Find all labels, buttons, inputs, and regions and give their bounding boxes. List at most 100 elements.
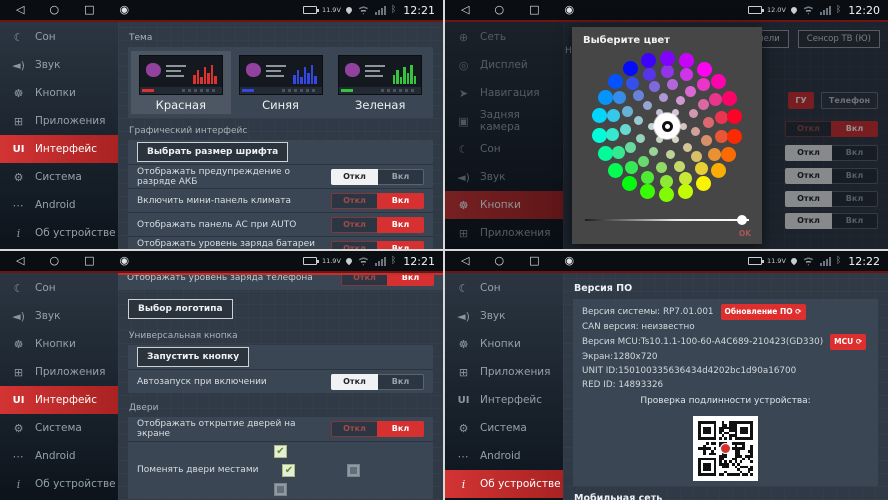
color-swatch[interactable] (709, 93, 722, 106)
color-swatch[interactable] (649, 147, 658, 156)
dialog-ok-button[interactable]: OK (739, 229, 751, 238)
door-left-checkbox[interactable]: ✔ (282, 464, 295, 477)
sidebar-item-steering-wheel[interactable]: ☸Кнопки (0, 79, 118, 107)
color-swatch[interactable] (640, 184, 655, 199)
toggle-on-button[interactable]: Вкл (377, 374, 424, 390)
color-swatch[interactable] (722, 91, 737, 106)
color-swatch[interactable] (592, 128, 607, 143)
home-icon[interactable]: ○ (49, 0, 59, 20)
run-button[interactable]: Запустить кнопку (137, 347, 249, 367)
door-bottom-checkbox[interactable] (274, 483, 287, 496)
color-swatch[interactable] (608, 74, 623, 89)
floating-widget-icon[interactable]: ◉ (119, 0, 129, 20)
color-swatch[interactable] (659, 93, 668, 102)
toggle-on-button[interactable]: Вкл (377, 421, 424, 437)
color-swatch[interactable] (691, 127, 700, 136)
theme-option-2[interactable]: Синяя (231, 51, 331, 114)
back-icon[interactable]: ◁ (16, 251, 24, 271)
recents-icon[interactable]: □ (529, 0, 539, 20)
color-swatch[interactable] (685, 86, 696, 97)
color-swatch[interactable] (612, 146, 625, 159)
brightness-slider[interactable] (585, 215, 749, 225)
recents-icon[interactable]: □ (529, 251, 539, 271)
color-swatch[interactable] (592, 108, 607, 123)
sidebar-item-apps[interactable]: ⊞Приложения (0, 107, 118, 135)
color-swatch[interactable] (683, 143, 692, 152)
color-swatch[interactable] (606, 128, 619, 141)
sidebar-item-system[interactable]: ⚙Система (445, 414, 563, 442)
color-swatch[interactable] (633, 90, 644, 101)
recents-icon[interactable]: □ (84, 251, 94, 271)
color-swatch[interactable] (620, 124, 631, 135)
color-swatch[interactable] (676, 96, 685, 105)
sidebar-item-speaker[interactable]: ◄)Звук (0, 302, 118, 330)
update-badge[interactable]: MCU ⟳ (830, 334, 866, 350)
sidebar-item-steering-wheel[interactable]: ☸Кнопки (0, 330, 118, 358)
color-swatch[interactable] (708, 148, 721, 161)
color-swatch[interactable] (661, 65, 674, 78)
color-swatch[interactable] (678, 184, 693, 199)
color-swatch[interactable] (721, 147, 736, 162)
floating-widget-icon[interactable]: ◉ (564, 0, 574, 20)
color-swatch[interactable] (625, 142, 636, 153)
recents-icon[interactable]: □ (84, 0, 94, 20)
color-swatch[interactable] (696, 176, 711, 191)
color-swatch[interactable] (697, 78, 710, 91)
color-swatch[interactable] (672, 109, 679, 116)
color-swatch[interactable] (727, 129, 742, 144)
sidebar-item-apps[interactable]: ⊞Приложения (0, 358, 118, 386)
home-icon[interactable]: ○ (494, 0, 504, 20)
color-swatch[interactable] (679, 172, 692, 185)
toggle-off-button[interactable]: Откл (331, 374, 378, 390)
color-swatch[interactable] (656, 136, 663, 143)
home-icon[interactable]: ○ (49, 251, 59, 271)
theme-option-1[interactable]: Красная (131, 51, 231, 114)
color-swatch[interactable] (697, 62, 712, 77)
toggle-off-button[interactable]: Откл (331, 241, 378, 250)
color-swatch[interactable] (634, 116, 643, 125)
color-swatch[interactable] (625, 161, 638, 174)
color-swatch[interactable] (613, 91, 626, 104)
sidebar-item-ui[interactable]: UIИнтерфейс (0, 386, 118, 414)
sidebar-item-speaker[interactable]: ◄)Звук (445, 302, 563, 330)
door-top-checkbox[interactable]: ✔ (274, 445, 287, 458)
color-swatch[interactable] (689, 109, 698, 118)
color-swatch[interactable] (679, 53, 694, 68)
toggle-off-button[interactable]: Откл (331, 193, 378, 209)
color-swatch[interactable] (727, 109, 742, 124)
color-swatch[interactable] (626, 77, 639, 90)
floating-widget-icon[interactable]: ◉ (564, 251, 574, 271)
color-swatch[interactable] (660, 51, 675, 66)
color-swatch[interactable] (674, 161, 685, 172)
sidebar-item-moon[interactable]: ☾Сон (0, 274, 118, 302)
color-swatch[interactable] (680, 123, 687, 130)
toggle-off-button[interactable]: Откл (331, 421, 378, 437)
color-swatch[interactable] (607, 109, 620, 122)
color-swatch[interactable] (698, 99, 709, 110)
logo-select-button[interactable]: Выбор логотипа (128, 299, 233, 319)
sidebar-item-info[interactable]: iОб устройстве (0, 470, 118, 498)
color-swatch[interactable] (649, 81, 660, 92)
home-icon[interactable]: ○ (494, 251, 504, 271)
toggle-on-button[interactable]: Вкл (377, 241, 424, 250)
floating-widget-icon[interactable]: ◉ (119, 251, 129, 271)
color-swatch[interactable] (680, 68, 693, 81)
sidebar-item-info[interactable]: iОб устройстве (445, 470, 563, 498)
color-swatch[interactable] (711, 74, 726, 89)
color-swatch[interactable] (666, 150, 675, 159)
color-swatch[interactable] (701, 135, 712, 146)
color-swatch[interactable] (703, 117, 714, 128)
theme-option-3[interactable]: Зеленая (330, 51, 430, 114)
color-swatch[interactable] (638, 156, 649, 167)
sidebar-item-ui[interactable]: UIИнтерфейс (445, 386, 563, 414)
color-swatch[interactable] (660, 175, 673, 188)
sidebar-item-moon[interactable]: ☾Сон (0, 23, 118, 51)
toggle-on-button[interactable]: Вкл (377, 193, 424, 209)
back-icon[interactable]: ◁ (16, 0, 24, 20)
color-swatch[interactable] (715, 130, 728, 143)
color-swatch[interactable] (641, 53, 656, 68)
back-icon[interactable]: ◁ (461, 0, 469, 20)
font-size-button[interactable]: Выбрать размер шрифта (137, 142, 288, 162)
color-swatch[interactable] (672, 136, 679, 143)
color-swatch[interactable] (598, 146, 613, 161)
